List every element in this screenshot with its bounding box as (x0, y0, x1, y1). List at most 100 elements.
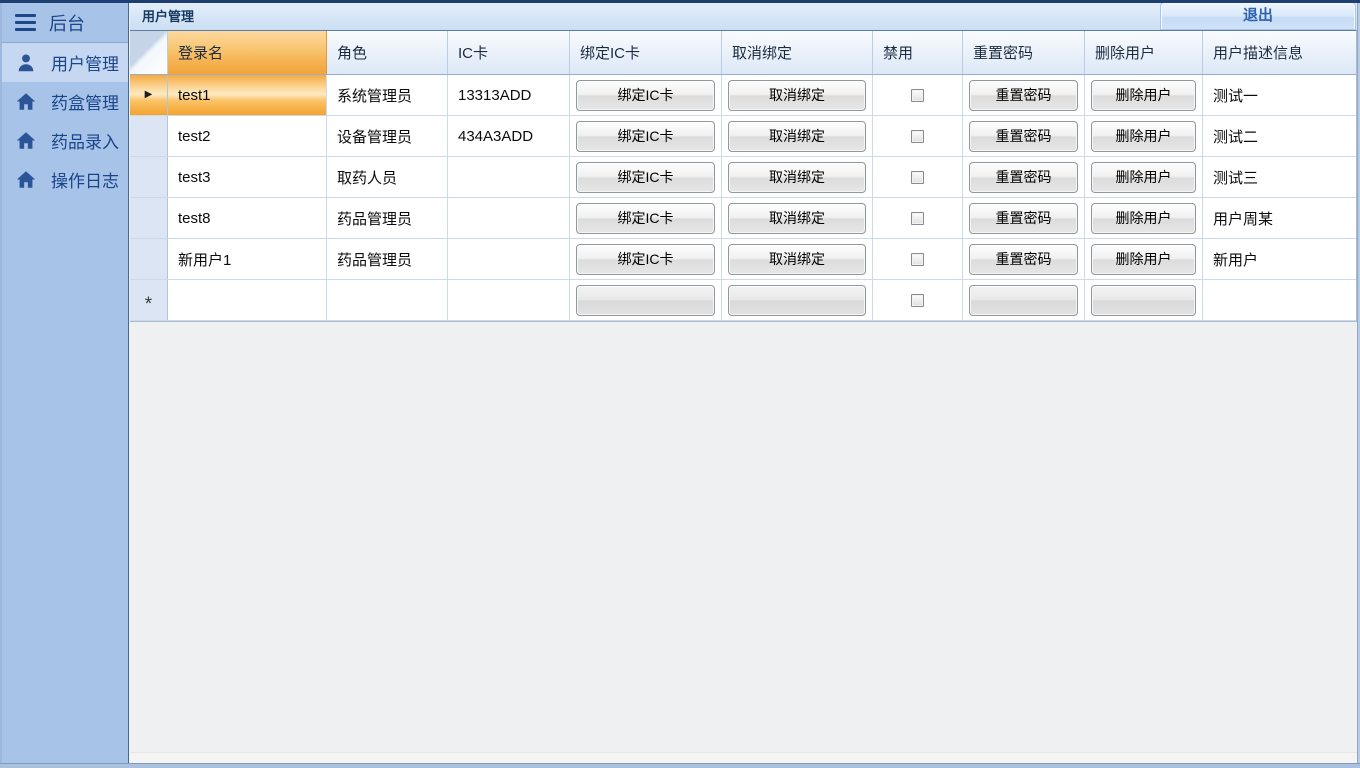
column-header-login[interactable]: 登录名 (168, 31, 327, 74)
unbind-button[interactable]: 取消绑定 (728, 80, 866, 111)
sidebar-header[interactable]: 后台 (2, 3, 128, 43)
row-indicator-cell[interactable] (130, 198, 168, 238)
disable-checkbox[interactable] (911, 89, 924, 102)
sidebar-item-operation-log[interactable]: 操作日志 (2, 160, 128, 199)
sidebar-item-medicine-box-management[interactable]: 药盒管理 (2, 82, 128, 121)
description-cell[interactable] (1203, 280, 1356, 320)
disable-checkbox[interactable] (911, 253, 924, 266)
login-cell[interactable]: 新用户1 (168, 239, 327, 279)
role-cell[interactable]: 药品管理员 (327, 239, 448, 279)
bind-ic-cell: 绑定IC卡 (570, 157, 722, 197)
description-cell[interactable]: 测试三 (1203, 157, 1356, 197)
reset-password-cell: 重置密码 (963, 116, 1085, 156)
reset-password-cell: 重置密码 (963, 75, 1085, 115)
column-header-unbind[interactable]: 取消绑定 (722, 31, 873, 74)
unbind-button[interactable]: 取消绑定 (728, 244, 866, 275)
delete-user-button[interactable]: 删除用户 (1091, 244, 1196, 275)
bind-ic-button[interactable] (576, 285, 715, 316)
login-cell[interactable]: test2 (168, 116, 327, 156)
ic-card-cell[interactable] (448, 198, 570, 238)
role-cell[interactable]: 设备管理员 (327, 116, 448, 156)
description-cell[interactable]: 新用户 (1203, 239, 1356, 279)
reset-password-button[interactable] (969, 285, 1078, 316)
role-cell[interactable]: 系统管理员 (327, 75, 448, 115)
disable-checkbox[interactable] (911, 171, 924, 184)
column-header-description[interactable]: 用户描述信息 (1203, 31, 1356, 74)
ic-card-cell[interactable] (448, 157, 570, 197)
selected-row-arrow-icon: ▶ (145, 90, 153, 100)
delete-user-cell: 删除用户 (1085, 157, 1203, 197)
select-all-corner-cell[interactable] (130, 31, 168, 74)
role-cell[interactable] (327, 280, 448, 320)
role-cell[interactable]: 药品管理员 (327, 198, 448, 238)
column-header-bind-ic[interactable]: 绑定IC卡 (570, 31, 722, 74)
row-indicator-cell[interactable] (130, 116, 168, 156)
delete-user-cell: 删除用户 (1085, 116, 1203, 156)
column-header-delete-user[interactable]: 删除用户 (1085, 31, 1203, 74)
sidebar-item-medicine-entry[interactable]: 药品录入 (2, 121, 128, 160)
disable-checkbox[interactable] (911, 294, 924, 307)
reset-password-button[interactable]: 重置密码 (969, 121, 1078, 152)
reset-password-button[interactable]: 重置密码 (969, 203, 1078, 234)
bind-ic-button[interactable]: 绑定IC卡 (576, 203, 715, 234)
column-header-disable[interactable]: 禁用 (873, 31, 963, 74)
row-indicator-cell[interactable]: ▶ (130, 75, 168, 115)
row-indicator-cell[interactable] (130, 157, 168, 197)
tab-user-management[interactable]: 用户管理 (142, 3, 194, 30)
column-header-role[interactable]: 角色 (327, 31, 448, 74)
app-window: { "window": { "exit_button": "退出" }, "si… (0, 0, 1360, 768)
unbind-button[interactable]: 取消绑定 (728, 203, 866, 234)
ic-card-cell[interactable] (448, 280, 570, 320)
home-icon (15, 130, 37, 152)
unbind-cell: 取消绑定 (722, 75, 873, 115)
new-row-indicator-cell[interactable]: * (130, 280, 168, 320)
login-cell[interactable]: test8 (168, 198, 327, 238)
login-cell[interactable] (168, 280, 327, 320)
disable-cell (873, 157, 963, 197)
sidebar-item-label: 操作日志 (51, 167, 119, 192)
row-indicator-cell[interactable] (130, 239, 168, 279)
delete-user-button[interactable] (1091, 285, 1196, 316)
login-cell[interactable]: test1 (168, 75, 327, 115)
sidebar-item-user-management[interactable]: 用户管理 (2, 43, 128, 82)
table-row: test8 药品管理员 绑定IC卡 取消绑定 重置密码 删除用户 用户周某 (130, 198, 1356, 239)
delete-user-button[interactable]: 删除用户 (1091, 203, 1196, 234)
reset-password-button[interactable]: 重置密码 (969, 244, 1078, 275)
description-cell[interactable]: 测试一 (1203, 75, 1356, 115)
reset-password-button[interactable]: 重置密码 (969, 162, 1078, 193)
unbind-button[interactable]: 取消绑定 (728, 162, 866, 193)
disable-checkbox[interactable] (911, 212, 924, 225)
bind-ic-button[interactable]: 绑定IC卡 (576, 244, 715, 275)
bind-ic-button[interactable]: 绑定IC卡 (576, 80, 715, 111)
delete-user-button[interactable]: 删除用户 (1091, 121, 1196, 152)
role-cell[interactable]: 取药人员 (327, 157, 448, 197)
disable-checkbox[interactable] (911, 130, 924, 143)
delete-user-cell: 删除用户 (1085, 239, 1203, 279)
ic-card-cell[interactable] (448, 239, 570, 279)
unbind-button[interactable]: 取消绑定 (728, 121, 866, 152)
unbind-cell: 取消绑定 (722, 239, 873, 279)
ic-card-cell[interactable]: 13313ADD (448, 75, 570, 115)
disable-cell (873, 280, 963, 320)
delete-user-button[interactable]: 删除用户 (1091, 80, 1196, 111)
bind-ic-button[interactable]: 绑定IC卡 (576, 162, 715, 193)
description-cell[interactable]: 用户周某 (1203, 198, 1356, 238)
hamburger-menu-icon[interactable] (15, 14, 36, 31)
delete-user-button[interactable]: 删除用户 (1091, 162, 1196, 193)
table-row: test3 取药人员 绑定IC卡 取消绑定 重置密码 删除用户 测试三 (130, 157, 1356, 198)
table-new-row: * (130, 280, 1356, 321)
column-header-ic-card[interactable]: IC卡 (448, 31, 570, 74)
delete-user-cell (1085, 280, 1203, 320)
sidebar-item-label: 药盒管理 (51, 89, 119, 114)
bind-ic-button[interactable]: 绑定IC卡 (576, 121, 715, 152)
description-cell[interactable]: 测试二 (1203, 116, 1356, 156)
reset-password-button[interactable]: 重置密码 (969, 80, 1078, 111)
sidebar-title: 后台 (49, 10, 85, 36)
disable-cell (873, 116, 963, 156)
login-cell[interactable]: test3 (168, 157, 327, 197)
ic-card-cell[interactable]: 434A3ADD (448, 116, 570, 156)
column-header-reset-password[interactable]: 重置密码 (963, 31, 1085, 74)
disable-cell (873, 75, 963, 115)
exit-button[interactable]: 退出 (1161, 3, 1355, 29)
unbind-button[interactable] (728, 285, 866, 316)
